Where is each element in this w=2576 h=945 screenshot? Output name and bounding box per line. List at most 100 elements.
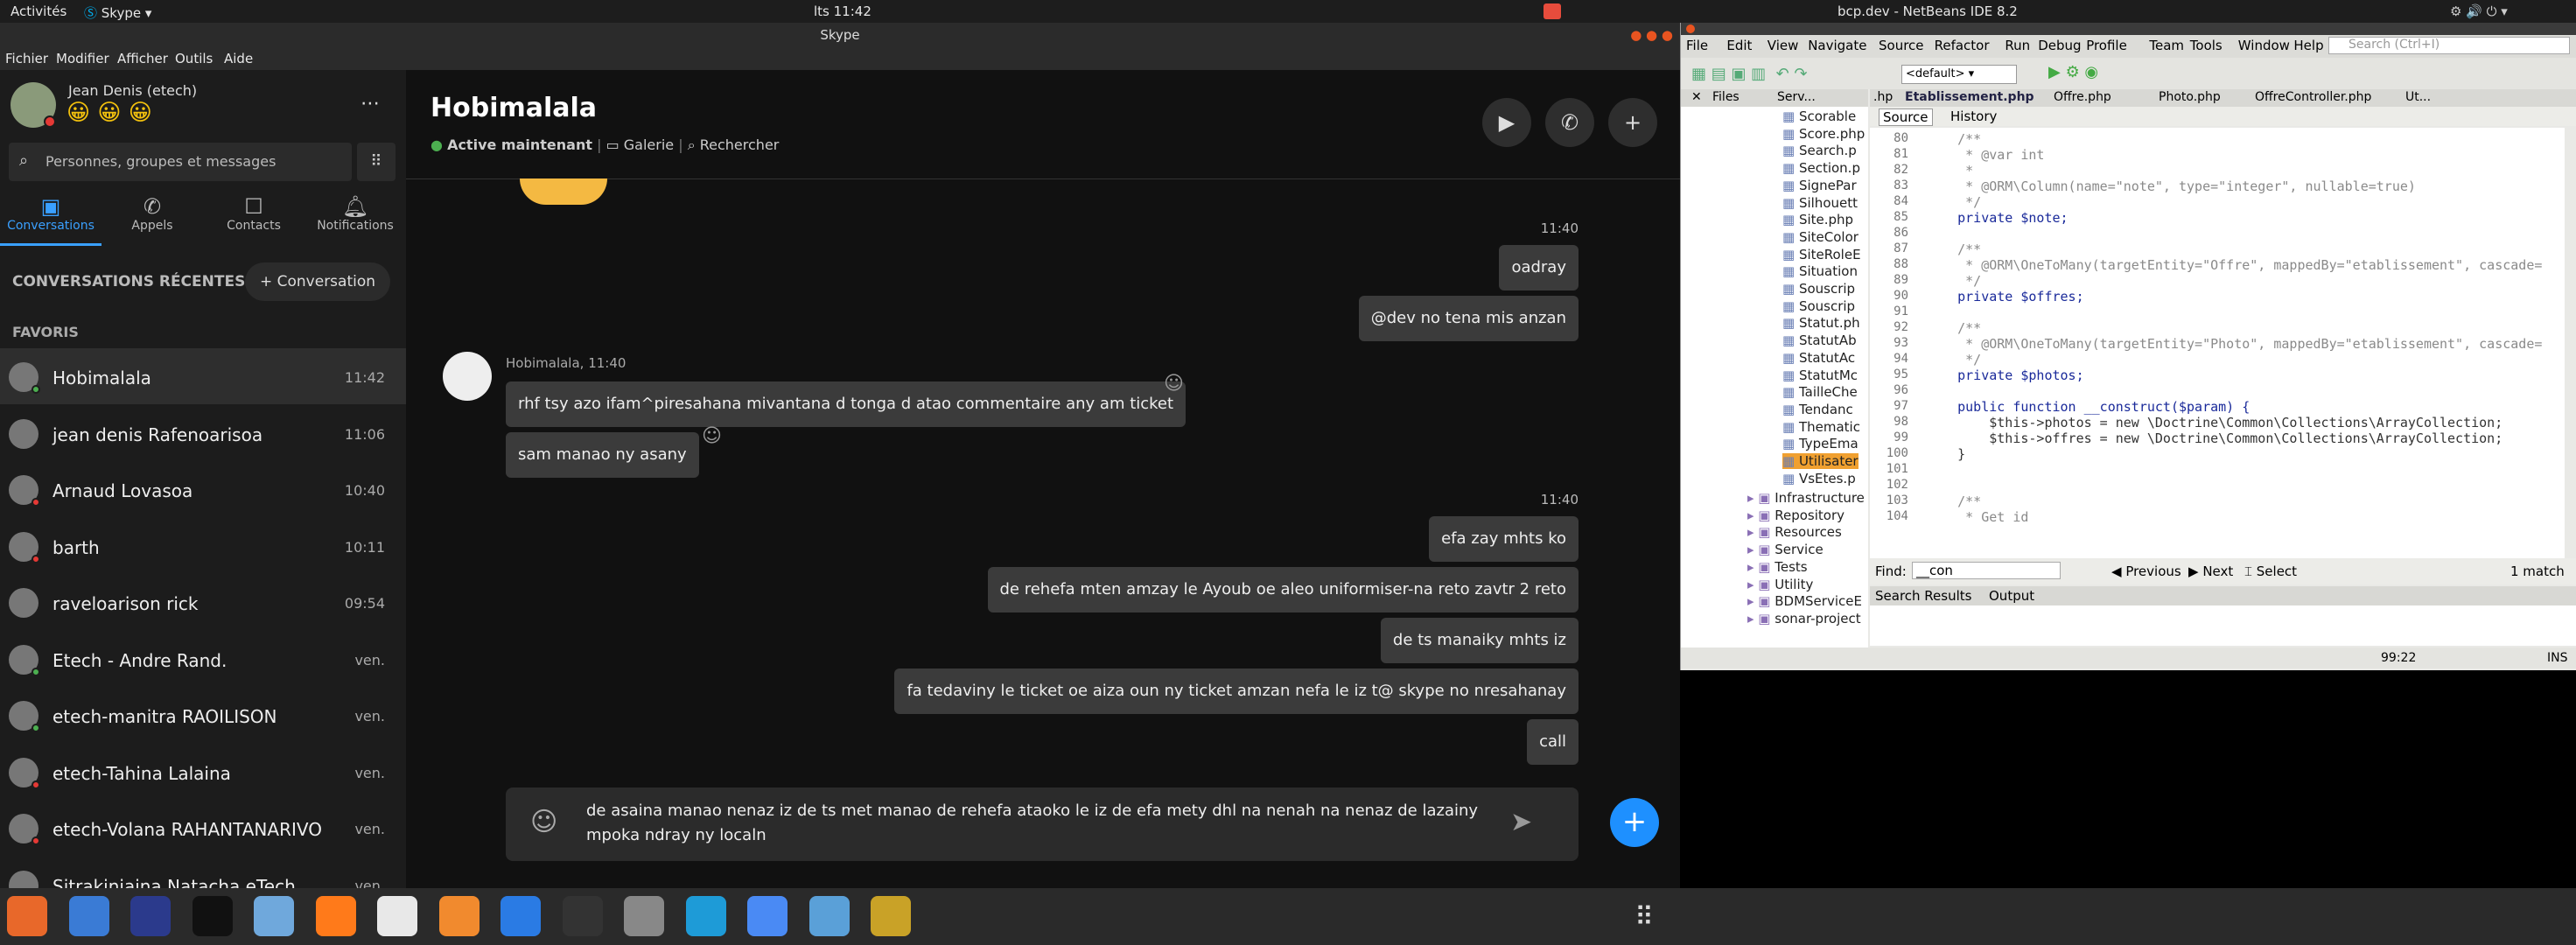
chat-list-item[interactable]: Arnaud Lovasoa 10:40: [0, 461, 406, 517]
file-tree-item[interactable]: ▦ SiteRoleE: [1782, 247, 1861, 262]
nb-menu-item[interactable]: Tools: [2190, 38, 2222, 53]
dock-app-icon[interactable]: [808, 896, 850, 936]
search-box[interactable]: ⌕ Personnes, groupes et messages: [9, 143, 352, 181]
file-tree-item[interactable]: ▦ Statut.ph: [1782, 315, 1860, 331]
file-tree-item[interactable]: ▦ VsEtes.p: [1782, 471, 1856, 486]
dock-app-icon[interactable]: [377, 896, 417, 936]
editor-tab[interactable]: .hp: [1873, 90, 1893, 104]
window-controls[interactable]: ● ● ●: [1630, 23, 1673, 47]
message-sent[interactable]: call: [1527, 719, 1578, 765]
file-tree-item[interactable]: ▦ Situation: [1782, 263, 1858, 279]
editor-tab[interactable]: OffreController.php: [2255, 90, 2371, 104]
menu-outils[interactable]: Outils: [175, 51, 213, 66]
file-tree-item[interactable]: ▦ Search.p: [1782, 143, 1857, 158]
message-sent[interactable]: oadray: [1499, 245, 1578, 290]
file-tree-item[interactable]: ▦ SiteColor: [1782, 229, 1858, 245]
file-tree-item[interactable]: ▦ TypeEma: [1782, 436, 1858, 452]
clock[interactable]: lts 11:42: [814, 4, 872, 19]
folder-item[interactable]: ▸ ▣ Tests: [1747, 559, 1808, 575]
file-tree-item[interactable]: ▦ StatutAb: [1782, 332, 1857, 348]
message-received[interactable]: rhf tsy azo ifam^piresahana mivantana d …: [506, 382, 1186, 427]
chat-list-item[interactable]: barth 10:11: [0, 518, 406, 574]
dock-app-icon[interactable]: [562, 896, 603, 936]
send-icon[interactable]: ➤: [1510, 807, 1532, 837]
message-input-line2[interactable]: mpoka ndray ny localn: [586, 826, 766, 844]
react-emoji-icon[interactable]: ☺: [702, 425, 722, 447]
dialpad-icon[interactable]: ⠿: [357, 143, 396, 181]
folder-item[interactable]: ▸ ▣ Service: [1747, 542, 1824, 557]
ide-search-input[interactable]: Search (Ctrl+I): [2328, 37, 2570, 54]
folder-item[interactable]: ▸ ▣ Repository: [1747, 508, 1844, 523]
message-received[interactable]: sam manao ny asany: [506, 432, 699, 478]
file-tree-item[interactable]: ▦ Silhouett: [1782, 195, 1858, 211]
message-sent[interactable]: @dev no tena mis anzan: [1358, 296, 1578, 341]
dock-app-icon[interactable]: [747, 896, 788, 936]
dock-app-icon[interactable]: [438, 896, 480, 936]
activities-button[interactable]: Activités: [10, 4, 66, 19]
chat-list-item[interactable]: jean denis Rafenoarisoa 11:06: [0, 405, 406, 461]
file-tree-item[interactable]: ▦ Thematic: [1782, 419, 1860, 435]
chat-list-item[interactable]: etech-Volana RAHANTANARIVO ven.: [0, 800, 406, 856]
file-tree-item[interactable]: ▦ StatutAc: [1782, 350, 1855, 366]
nb-menu-item[interactable]: Run: [2005, 38, 2030, 53]
notification-app-icon[interactable]: [1544, 4, 1561, 19]
nb-menu-item[interactable]: Team: [2149, 38, 2184, 53]
chat-list-item[interactable]: Hobimalala 11:42: [0, 348, 406, 404]
show-apps-icon[interactable]: ⠿: [1634, 902, 1654, 933]
nb-menu-item[interactable]: File: [1686, 38, 1708, 53]
dock-app-icon[interactable]: [500, 896, 541, 936]
new-conversation-button[interactable]: + Conversation: [245, 262, 390, 301]
tab-files[interactable]: Files: [1712, 90, 1740, 104]
history-tab[interactable]: History: [1950, 108, 1997, 124]
file-tree-item[interactable]: ▦ SignePar: [1782, 178, 1857, 193]
dock-app-icon[interactable]: [192, 896, 233, 936]
recent-conversations-header[interactable]: CONVERSATIONS RÉCENTES ▾: [12, 273, 258, 290]
file-tree-item[interactable]: ▦ StatutMc: [1782, 368, 1858, 383]
nb-menu-item[interactable]: Help: [2293, 38, 2323, 53]
menu-aide[interactable]: Aide: [224, 51, 253, 66]
dock-app-icon[interactable]: [624, 896, 664, 936]
config-select[interactable]: <default> ▾: [1901, 65, 2017, 84]
run-icon[interactable]: ▶ ⚙ ◉: [2048, 63, 2098, 81]
nb-menu-item[interactable]: Window: [2238, 38, 2290, 53]
code-editor[interactable]: 80 /** 81 * @var int 82 * 83 * @ORM\Column(…: [1870, 128, 2565, 572]
chat-list-item[interactable]: Etech - Andre Rand. ven.: [0, 631, 406, 687]
find-input[interactable]: __con: [1912, 562, 2061, 579]
nav-appels[interactable]: ✆ Appels: [102, 194, 203, 240]
nb-menu-item[interactable]: Debug: [2038, 38, 2081, 53]
tab-output[interactable]: Output: [1989, 588, 2034, 604]
file-tree-item[interactable]: ▦ TailleChe: [1782, 384, 1858, 400]
message-sent[interactable]: fa tedaviny le ticket oe aiza oun ny tic…: [894, 668, 1578, 714]
dock-app-icon[interactable]: [685, 896, 726, 936]
app-menu[interactable]: Ⓢ Skype ▾: [84, 4, 151, 22]
folder-item[interactable]: ▸ ▣ BDMServiceE: [1747, 593, 1862, 609]
file-tree-item[interactable]: ▦ Souscrip: [1782, 281, 1855, 297]
toolbar-icons[interactable]: ▦ ▤ ▣ ▥ ↶ ↷: [1691, 65, 1808, 83]
file-tree-item[interactable]: ▦ Site.php: [1782, 212, 1853, 228]
react-emoji-icon[interactable]: ☺: [1164, 373, 1184, 395]
file-tree-item[interactable]: ▦ Scorable: [1782, 108, 1856, 124]
chat-list-item[interactable]: etech-manitra RAOILISON ven.: [0, 687, 406, 743]
nb-menu-item[interactable]: Source: [1879, 38, 1924, 53]
file-tree-item[interactable]: ▦ Utilisater: [1782, 453, 1858, 469]
search-input[interactable]: Personnes, groupes et messages: [46, 153, 276, 170]
message-sent[interactable]: de rehefa mten amzay le Ayoub oe aleo un…: [987, 567, 1578, 612]
dock-app-icon[interactable]: [68, 896, 109, 936]
nb-menu-item[interactable]: View: [1768, 38, 1799, 53]
add-button[interactable]: +: [1610, 798, 1659, 847]
dock-app-icon[interactable]: [254, 896, 294, 936]
dock-app-icon[interactable]: [130, 896, 171, 936]
menu-fichier[interactable]: Fichier: [5, 51, 48, 66]
more-options-icon[interactable]: ⋯: [360, 93, 380, 115]
next-button[interactable]: ▶ Next: [2188, 564, 2233, 579]
emoji-icon[interactable]: ☺: [530, 807, 557, 837]
system-tray[interactable]: ⚙ 🔊 ⏻ ▾: [2450, 4, 2508, 19]
dock-app-icon[interactable]: [871, 896, 911, 936]
chat-list-item[interactable]: etech-Tahina Lalaina ven.: [0, 744, 406, 800]
source-tab[interactable]: Source: [1879, 108, 1933, 126]
close-icon[interactable]: [1686, 24, 1695, 33]
folder-item[interactable]: ▸ ▣ Resources: [1747, 524, 1842, 540]
nav-contacts[interactable]: ☐ Contacts: [203, 194, 304, 240]
file-tree-item[interactable]: ▦ Souscrip: [1782, 298, 1855, 314]
editor-tab[interactable]: Offre.php: [2054, 90, 2111, 104]
